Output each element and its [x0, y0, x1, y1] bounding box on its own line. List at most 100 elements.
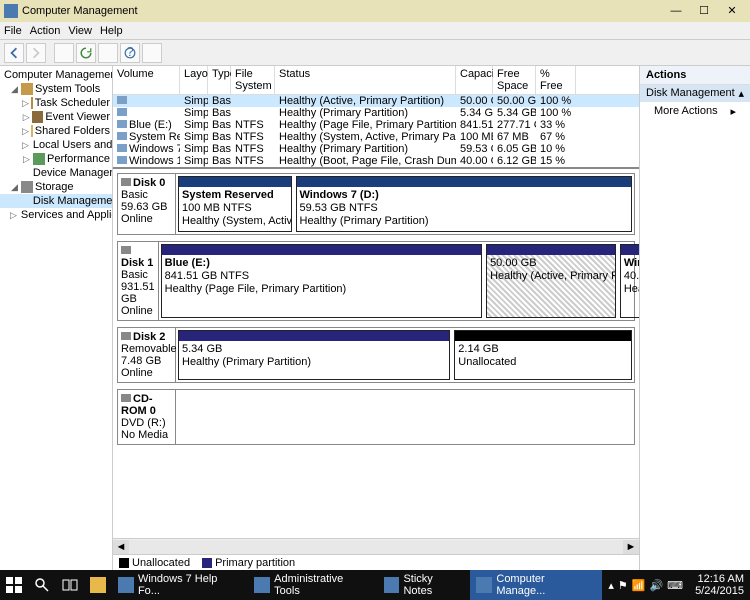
tree-task-scheduler[interactable]: ▷Task Scheduler — [0, 96, 112, 110]
volume-row[interactable]: SimpleBasicHealthy (Primary Partition)5.… — [113, 107, 639, 119]
close-button[interactable]: ✕ — [718, 2, 746, 20]
col-pct[interactable]: % Free — [536, 66, 576, 94]
taskbar: Windows 7 Help Fo...Administrative Tools… — [0, 570, 750, 600]
col-volume[interactable]: Volume — [113, 66, 180, 94]
col-status[interactable]: Status — [275, 66, 456, 94]
tree-device-manager[interactable]: ▷Device Manager — [0, 166, 112, 180]
col-capacity[interactable]: Capacity — [456, 66, 493, 94]
partition[interactable]: Windows 7 (D:)59.53 GB NTFSHealthy (Prim… — [296, 176, 633, 232]
system-tray[interactable]: ▴ ⚑ 📶 🔊 ⌨ — [602, 579, 689, 592]
vol-cap: 100 MB — [456, 131, 493, 143]
disk-info[interactable]: Disk 2Removable7.48 GBOnline — [118, 328, 176, 382]
tree-system-tools[interactable]: ◢System Tools — [0, 82, 112, 96]
partition[interactable]: Windows 10 (C:)40.00 GB NTFSHealthy (Boo… — [620, 244, 639, 318]
partition[interactable]: 5.34 GBHealthy (Primary Partition) — [178, 330, 450, 380]
col-layout[interactable]: Layout — [180, 66, 208, 94]
file-explorer-button[interactable] — [84, 570, 112, 600]
help-button[interactable]: ? — [120, 43, 140, 63]
expand-icon[interactable]: ▷ — [10, 211, 17, 220]
volume-row[interactable]: Blue (E:)SimpleBasicNTFSHealthy (Page Fi… — [113, 119, 639, 131]
taskbar-app[interactable]: Administrative Tools — [248, 570, 377, 600]
partition-bar — [179, 331, 449, 341]
tree-storage[interactable]: ◢Storage — [0, 180, 112, 194]
vol-cap: 40.00 GB — [456, 155, 493, 167]
clock-date: 5/24/2015 — [695, 585, 744, 597]
partition[interactable]: Blue (E:)841.51 GB NTFSHealthy (Page Fil… — [161, 244, 482, 318]
expand-icon[interactable]: ▷ — [22, 141, 29, 150]
volume-list: Volume Layout Type File System Status Ca… — [113, 66, 639, 169]
col-free[interactable]: Free Space — [493, 66, 536, 94]
volume-row[interactable]: SimpleBasicHealthy (Active, Primary Part… — [113, 95, 639, 107]
menu-file[interactable]: File — [4, 25, 22, 37]
tree-services[interactable]: ▷Services and Applications — [0, 208, 112, 222]
expand-icon[interactable]: ▷ — [22, 155, 31, 164]
disk-info[interactable]: CD-ROM 0DVD (R:)No Media — [118, 390, 176, 444]
network-icon[interactable]: 📶 — [632, 579, 646, 592]
partition[interactable]: System Reserved100 MB NTFSHealthy (Syste… — [178, 176, 292, 232]
disk-info[interactable]: Disk 0Basic59.63 GBOnline — [118, 174, 176, 234]
horizontal-scrollbar[interactable]: ◄ ► — [113, 538, 639, 554]
tree-local-users[interactable]: ▷Local Users and Groups — [0, 138, 112, 152]
forward-button[interactable] — [26, 43, 46, 63]
vol-fs — [231, 107, 275, 119]
partition[interactable]: 50.00 GBHealthy (Active, Primary Partiti… — [486, 244, 616, 318]
back-button[interactable] — [4, 43, 24, 63]
vol-pct: 67 % — [536, 131, 576, 143]
expand-icon[interactable]: ▷ — [22, 127, 29, 136]
clock[interactable]: 12:16 AM 5/24/2015 — [689, 573, 750, 597]
tree-event-viewer[interactable]: ▷Event Viewer — [0, 110, 112, 124]
refresh-button[interactable] — [76, 43, 96, 63]
volume-icon[interactable]: 🔊 — [649, 579, 663, 592]
taskbar-app[interactable]: Windows 7 Help Fo... — [112, 570, 248, 600]
tray-icon[interactable]: ⚑ — [618, 579, 628, 592]
taskbar-app[interactable]: Computer Manage... — [470, 570, 602, 600]
vol-pct: 15 % — [536, 155, 576, 167]
expand-icon[interactable]: ▷ — [22, 113, 30, 122]
search-button[interactable] — [28, 570, 56, 600]
svg-text:?: ? — [126, 47, 133, 59]
partition-body: 2.14 GBUnallocated — [455, 341, 631, 371]
scroll-left-button[interactable]: ◄ — [113, 540, 129, 554]
actions-section-disk-management[interactable]: Disk Management▴ — [640, 85, 750, 102]
partition-status: Healthy (System, Active, Primary — [182, 215, 288, 228]
titlebar: Computer Management — ☐ ✕ — [0, 0, 750, 22]
menu-view[interactable]: View — [68, 25, 92, 37]
collapse-icon[interactable]: ◢ — [10, 183, 19, 192]
volume-row[interactable]: System ReservedSimpleBasicNTFSHealthy (S… — [113, 131, 639, 143]
disk-size: 59.63 GB — [121, 201, 172, 213]
volume-header-row: Volume Layout Type File System Status Ca… — [113, 66, 639, 95]
tray-up-icon[interactable]: ▴ — [608, 579, 614, 592]
vol-fs: NTFS — [231, 131, 275, 143]
taskbar-app[interactable]: Sticky Notes — [378, 570, 471, 600]
tray-icon[interactable]: ⌨ — [667, 579, 683, 592]
expand-icon[interactable]: ▷ — [22, 99, 29, 108]
task-view-button[interactable] — [56, 570, 84, 600]
collapse-icon[interactable]: ◢ — [10, 85, 19, 94]
tree-shared-folders[interactable]: ▷Shared Folders — [0, 124, 112, 138]
col-filesystem[interactable]: File System — [231, 66, 275, 94]
tree-performance[interactable]: ▷Performance — [0, 152, 112, 166]
scroll-track[interactable] — [129, 540, 623, 554]
volume-row[interactable]: Windows 7 (D:)SimpleBasicNTFSHealthy (Pr… — [113, 143, 639, 155]
menu-action[interactable]: Action — [30, 25, 61, 37]
partition-body: Blue (E:)841.51 GB NTFSHealthy (Page Fil… — [162, 255, 481, 299]
disk-partitions: 5.34 GBHealthy (Primary Partition)2.14 G… — [176, 328, 634, 382]
start-button[interactable] — [0, 570, 28, 600]
maximize-button[interactable]: ☐ — [690, 2, 718, 20]
tree-root[interactable]: Computer Management (Local — [0, 68, 112, 82]
toolbar-button-3[interactable] — [98, 43, 118, 63]
col-type[interactable]: Type — [208, 66, 231, 94]
actions-more[interactable]: More Actions▸ — [640, 102, 750, 121]
partition[interactable]: 2.14 GBUnallocated — [454, 330, 632, 380]
scroll-right-button[interactable]: ► — [623, 540, 639, 554]
disk-kind: Removable — [121, 343, 172, 355]
volume-row[interactable]: Windows 10 (C:)SimpleBasicNTFSHealthy (B… — [113, 155, 639, 167]
disk-name: CD-ROM 0 — [121, 393, 172, 417]
toolbar-button-1[interactable] — [54, 43, 74, 63]
disk-info[interactable]: Disk 1Basic931.51 GBOnline — [118, 242, 159, 320]
menu-help[interactable]: Help — [100, 25, 123, 37]
tree-disk-management[interactable]: ▷Disk Management — [0, 194, 112, 208]
toolbar: ? — [0, 40, 750, 66]
minimize-button[interactable]: — — [662, 2, 690, 20]
toolbar-button-5[interactable] — [142, 43, 162, 63]
